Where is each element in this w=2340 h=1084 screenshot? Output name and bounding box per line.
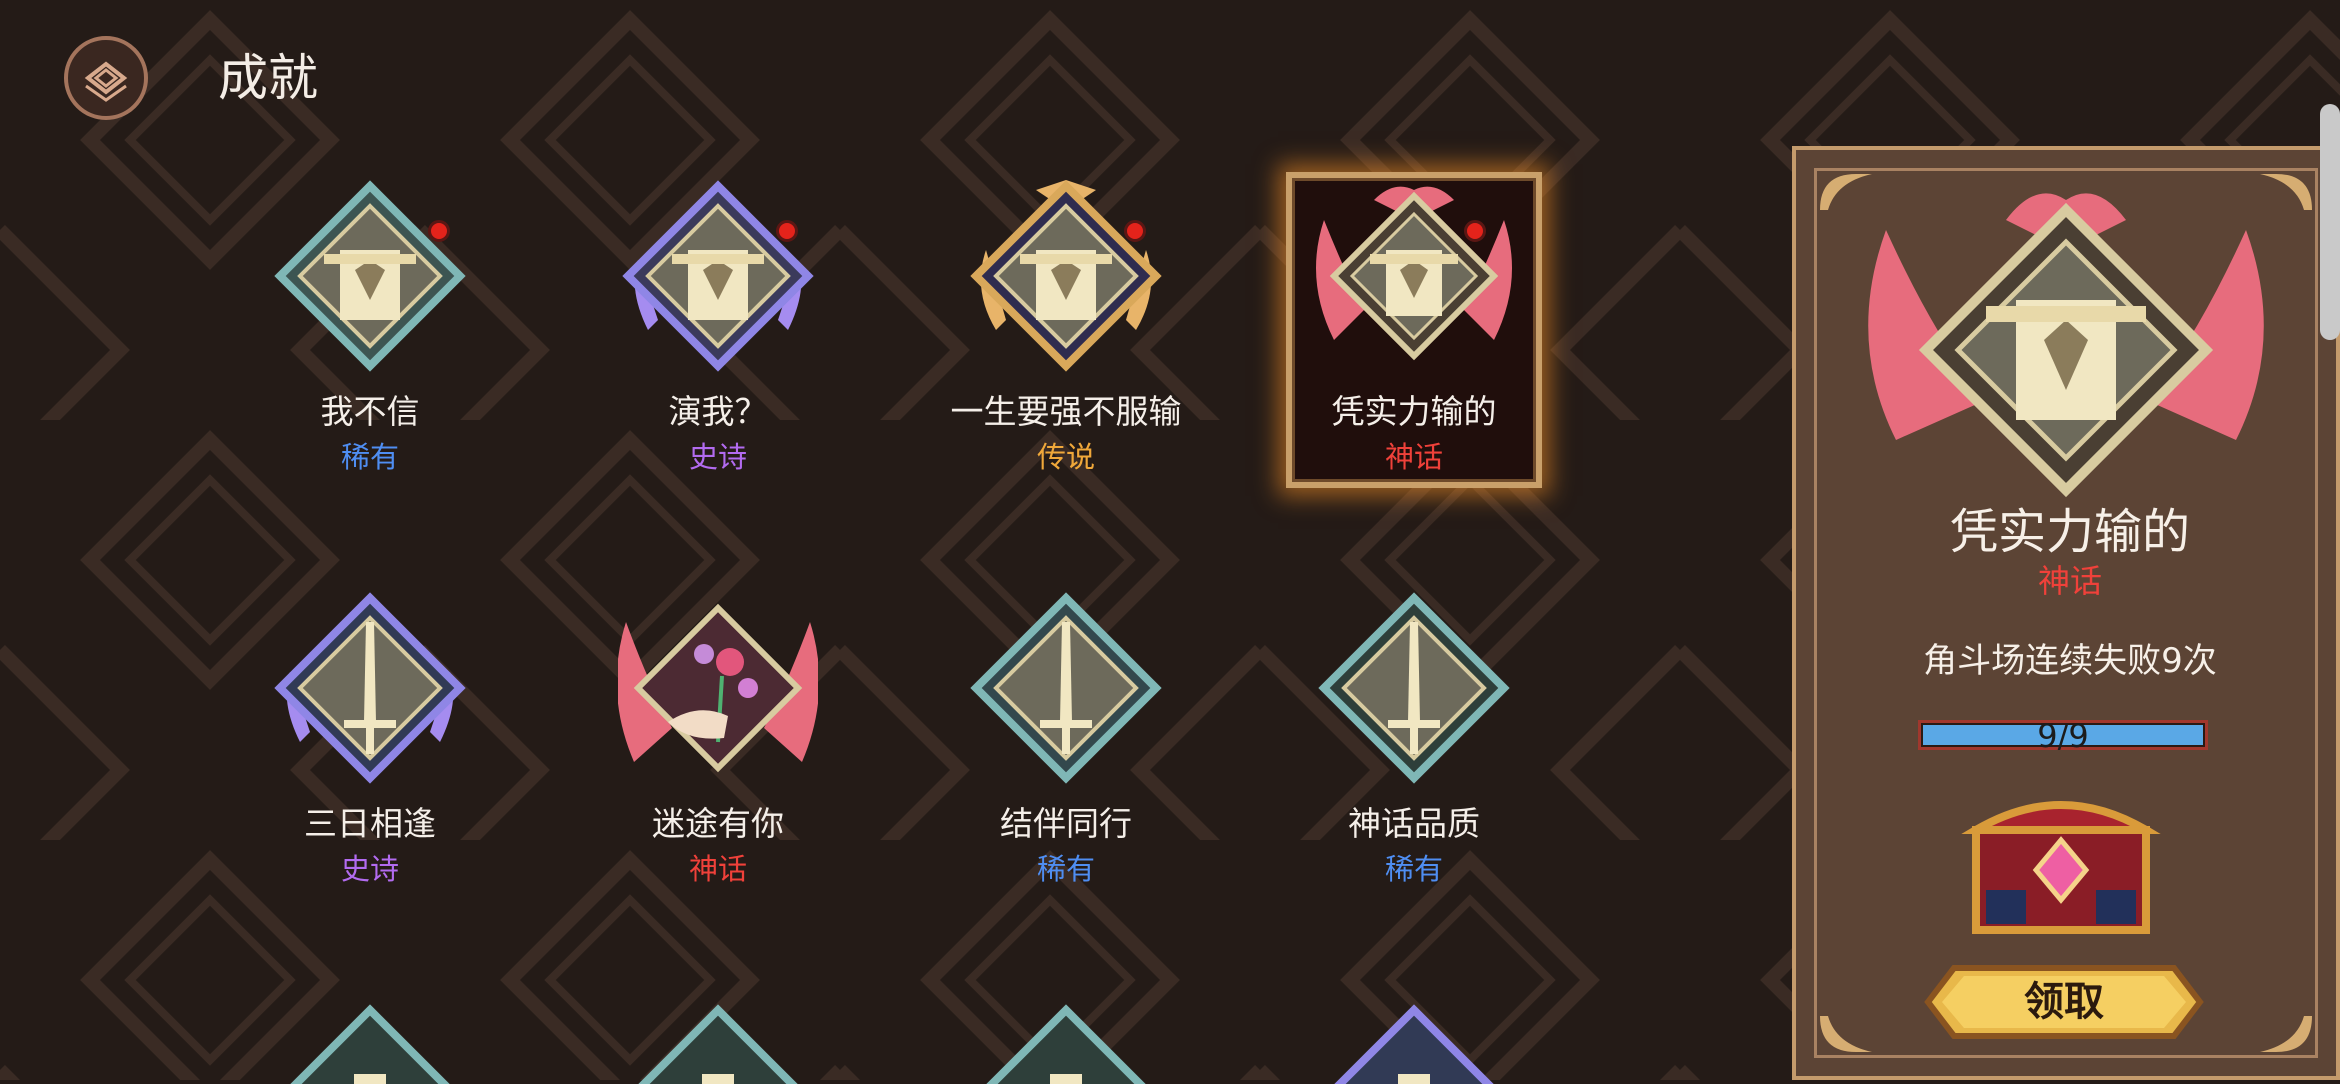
achievement-badge-icon (970, 592, 1162, 784)
selected-achievement-badge-icon (1868, 193, 2264, 498)
detail-rarity: 神话 (2037, 562, 2102, 600)
achievement-badge-partial-icon[interactable] (966, 1004, 1166, 1084)
claim-button-label: 领取 (2024, 979, 2104, 1025)
progress-bar: 9/9 (1918, 717, 2208, 755)
corner-ornament-icon (2260, 1016, 2312, 1052)
achievement-card[interactable]: 结伴同行 稀有 (916, 592, 1216, 892)
achievement-rarity: 神话 (1384, 440, 1443, 474)
detail-description: 角斗场连续失败9次 (1923, 641, 2217, 681)
achievement-badge-partial-icon[interactable] (270, 1004, 470, 1084)
achievement-rarity: 史诗 (340, 852, 399, 886)
achievement-badge-icon (1316, 186, 1512, 361)
achievement-rarity: 传说 (1036, 440, 1095, 474)
new-indicator-dot (776, 220, 798, 242)
progress-text: 9/9 (2037, 717, 2089, 755)
achievement-badge-icon (274, 180, 466, 372)
achievement-name: 一生要强不服输 (950, 392, 1182, 431)
detail-title: 凭实力输的 (1949, 504, 2190, 560)
achievement-name: 迷途有你 (652, 804, 784, 843)
achievement-name: 我不信 (320, 392, 420, 431)
new-indicator-dot (1124, 220, 1146, 242)
achievement-badge-icon (970, 180, 1162, 372)
achievement-rarity: 稀有 (1384, 852, 1443, 886)
new-indicator-dot (1464, 220, 1486, 242)
reward-chest-icon (1961, 801, 2161, 934)
achievement-card[interactable]: 演我？ 史诗 (568, 180, 868, 480)
achievement-name: 结伴同行 (1000, 804, 1132, 843)
page-title: 成就 (218, 49, 318, 107)
new-indicator-dot (428, 220, 450, 242)
achievement-name: 神话品质 (1348, 804, 1480, 843)
achievement-badge-icon (622, 180, 814, 372)
achievement-card[interactable]: 迷途有你 神话 (568, 592, 868, 892)
achievement-detail-panel: 凭实力输的 神话 角斗场连续失败9次 9/9 领取 (1792, 146, 2340, 1080)
achievement-card[interactable]: 神话品质 稀有 (1264, 592, 1564, 892)
achievement-rarity: 神话 (688, 852, 747, 886)
achievement-card[interactable]: 三日相逢 史诗 (220, 592, 520, 892)
panel-scrollbar[interactable] (2320, 104, 2340, 340)
achievement-badge-partial-icon[interactable] (618, 1004, 818, 1084)
achievement-card-selected[interactable]: 凭实力输的 神话 (1264, 172, 1564, 488)
achievement-name: 演我？ (668, 392, 768, 431)
achievement-rarity: 史诗 (688, 440, 747, 474)
achievement-name: 三日相逢 (304, 804, 436, 843)
achievement-rarity: 稀有 (340, 440, 399, 474)
achievement-badge-icon (618, 603, 818, 773)
achievement-card[interactable]: 一生要强不服输 传说 (916, 180, 1216, 480)
achievement-badge-partial-icon[interactable] (1314, 1004, 1514, 1084)
claim-button[interactable]: 领取 (1924, 962, 2204, 1042)
achievement-name: 凭实力输的 (1331, 392, 1497, 431)
achievement-card[interactable]: 我不信 稀有 (220, 180, 520, 480)
corner-ornament-icon (1820, 1016, 1872, 1052)
achievement-rarity: 稀有 (1036, 852, 1095, 886)
achievement-badge-icon (1318, 592, 1510, 784)
back-button[interactable] (64, 36, 148, 120)
achievement-badge-icon (274, 592, 466, 784)
back-arrow-icon (84, 61, 128, 102)
